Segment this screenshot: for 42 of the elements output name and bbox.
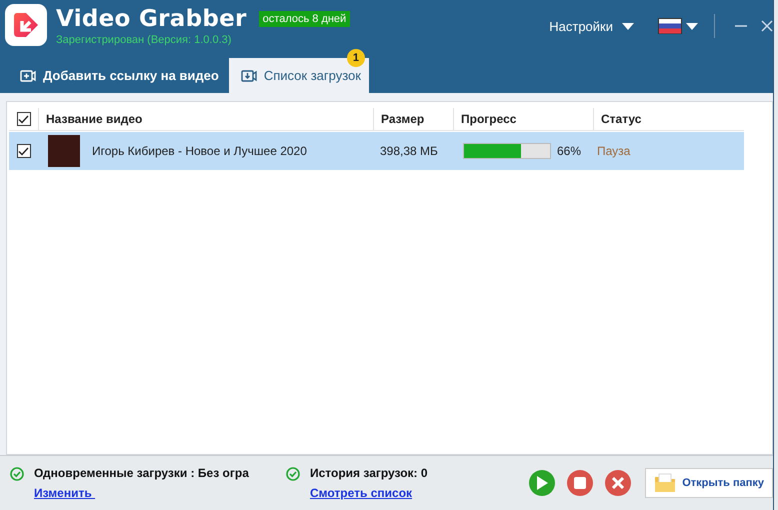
checkbox[interactable] [16,144,30,158]
file-size: 398,38 МБ [379,143,439,160]
column-header[interactable]: Размер [373,108,453,130]
caret-icon [622,22,634,30]
progress-percent: 66% [557,144,582,158]
registration-status: Зарегистрирован (Версия: 1.0.0.3) [56,34,232,46]
download-status: Пауза [596,143,632,160]
trial-badge: осталось 8 дней [258,11,350,27]
video-download-icon [240,68,257,82]
column-header[interactable]: Название видео [38,108,373,130]
open-folder-button[interactable]: Открыть папку [645,468,773,498]
stop-button[interactable] [567,470,594,496]
column-header[interactable]: Статус [593,108,744,130]
app-title: Video Grabber [56,5,247,34]
language-menu[interactable] [658,18,698,34]
settings-menu[interactable]: Настройки [549,18,634,34]
column-header[interactable]: Прогресс [453,108,593,130]
table-row[interactable]: Игорь Кибирев - Новое и Лучшее 2020 398,38 МБ 66% Пауза [9,132,744,170]
video-title: Игорь Кибирев - Новое и Лучшее 2020 [92,144,307,158]
folder-icon [654,473,676,493]
stop-icon [574,477,586,489]
check-circle-icon [10,467,24,481]
video-add-icon [20,68,36,82]
link[interactable]: Смотреть список [310,486,412,500]
check-circle-icon [286,467,300,481]
close-icon [612,477,624,489]
checkmark-icon [18,146,29,156]
delete-button[interactable] [605,470,632,496]
status-label: История загрузок: 0 [310,466,428,480]
play-button[interactable] [529,470,556,496]
count-badge: 1 [346,49,365,67]
video-thumbnail [48,135,80,167]
close-icon [761,20,773,32]
tab[interactable]: Добавить ссылку на видео [10,58,229,93]
checkmark-icon [18,114,29,124]
close-button[interactable] [761,20,773,32]
checkbox[interactable] [16,112,30,126]
link[interactable]: Изменить [34,486,96,500]
flag-icon [658,18,682,34]
caret-icon [686,22,698,30]
play-icon [536,476,548,490]
status-label: Одновременные загрузки : Без огра [34,466,249,480]
